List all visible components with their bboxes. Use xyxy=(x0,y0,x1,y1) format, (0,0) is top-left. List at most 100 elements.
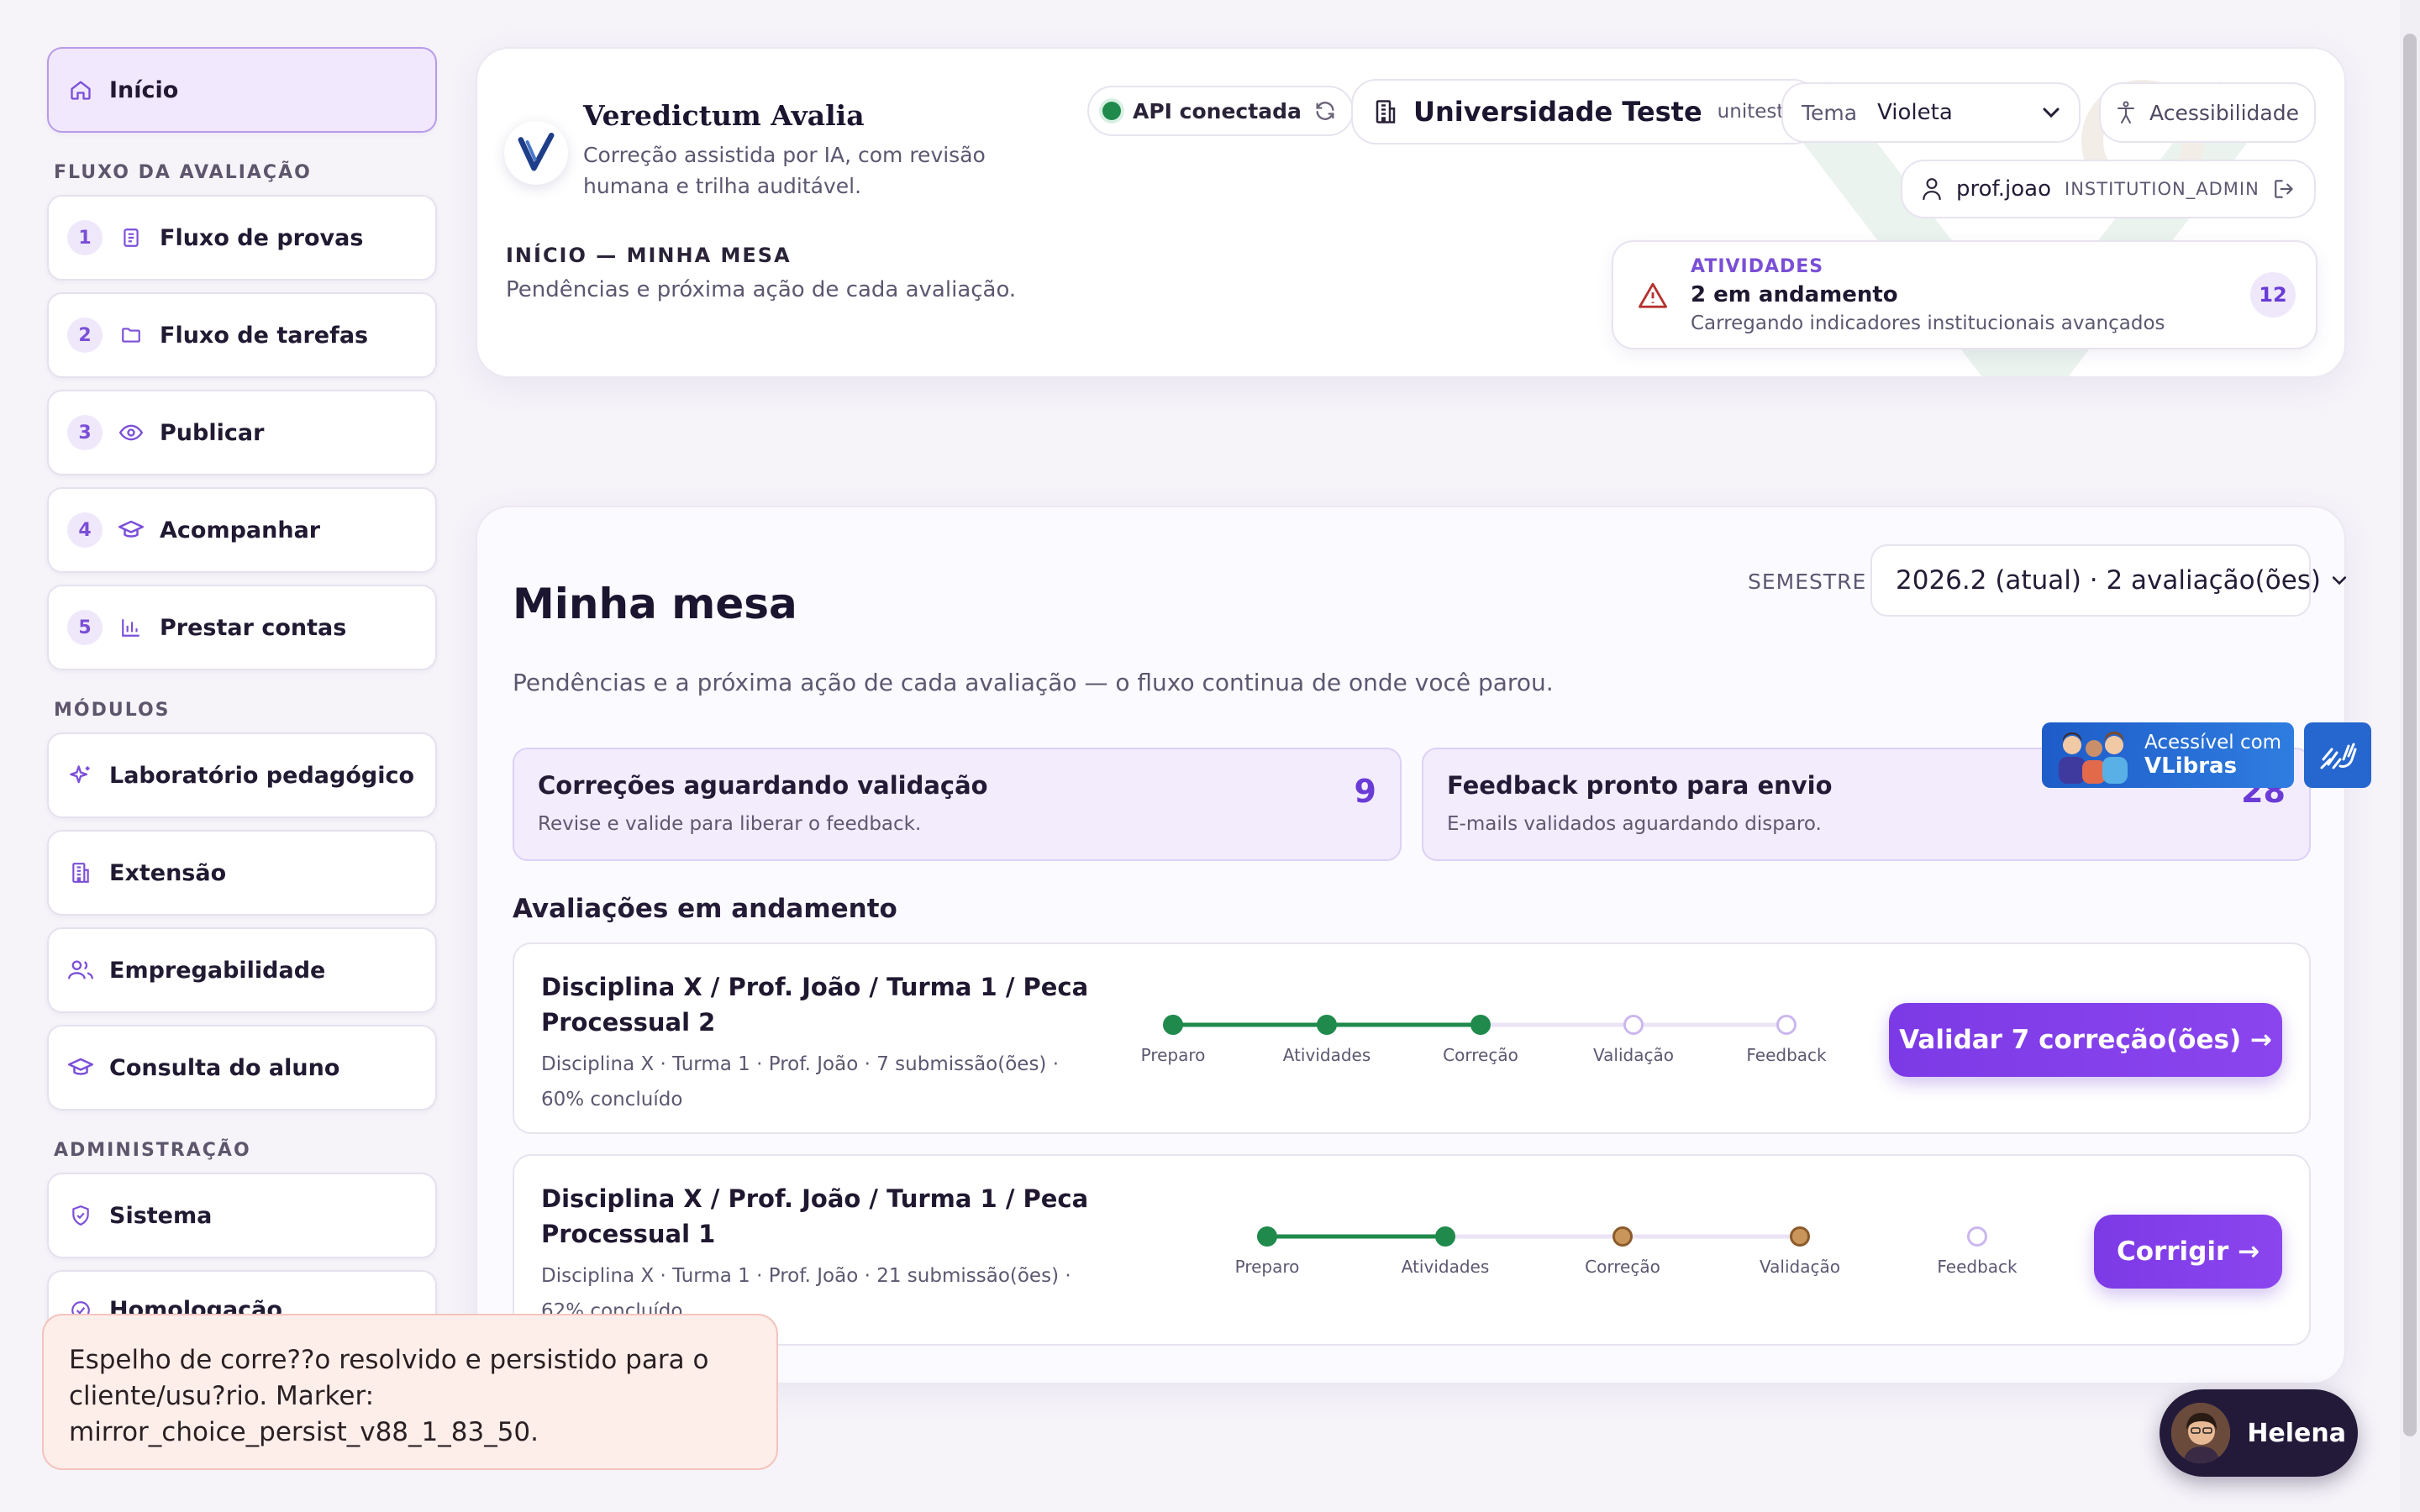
assistant-avatar xyxy=(2171,1403,2231,1463)
sign-language-hands-icon xyxy=(2315,734,2360,776)
activities-count-badge: 12 xyxy=(2250,272,2296,318)
step-label: Preparo xyxy=(1140,1045,1206,1065)
accessibility-label: Acessibilidade xyxy=(2149,100,2299,125)
api-status[interactable]: API conectada xyxy=(1087,86,1354,136)
sidebar-item-sistema[interactable]: Sistema xyxy=(47,1173,437,1258)
theme-select[interactable]: Tema Violeta xyxy=(1781,82,2081,143)
sidebar-item-prestar-contas[interactable]: 5 Prestar contas xyxy=(47,585,437,670)
sidebar-item-laboratorio[interactable]: Laboratório pedagógico xyxy=(47,732,437,818)
status-dot xyxy=(1102,102,1121,120)
building-icon xyxy=(67,859,94,886)
api-status-label: API conectada xyxy=(1133,98,1302,123)
step-label: Feedback xyxy=(1937,1257,2018,1277)
step-number: 1 xyxy=(67,220,103,255)
sidebar-item-extensao[interactable]: Extensão xyxy=(47,830,437,916)
stat-card-pending-validation[interactable]: Correções aguardando validação Revise e … xyxy=(513,748,1402,861)
app-logo xyxy=(504,121,568,185)
building-icon xyxy=(1373,98,1398,125)
page-subtitle: Pendências e a próxima ação de cada aval… xyxy=(513,669,1554,696)
sidebar-item-label: Consulta do aluno xyxy=(109,1054,340,1081)
stat-subtitle: Revise e valide para liberar o feedback. xyxy=(538,813,922,835)
step-label: Correção xyxy=(1443,1045,1518,1065)
section-title: Avaliações em andamento xyxy=(513,894,897,924)
vlibras-banner[interactable]: Acessível com VLibras xyxy=(2042,722,2294,788)
institution-selector[interactable]: Universidade Teste uniteste xyxy=(1351,79,1818,144)
toast-notification: Espelho de corre??o resolvido e persisti… xyxy=(42,1314,778,1470)
sidebar-item-label: Empregabilidade xyxy=(109,957,326,984)
shield-icon xyxy=(67,1202,94,1229)
sidebar-item-label: Início xyxy=(109,76,179,103)
evaluation-card[interactable]: Disciplina X / Prof. João / Turma 1 / Pe… xyxy=(513,1154,2311,1346)
sidebar-item-label: Fluxo de tarefas xyxy=(160,322,369,349)
stat-title: Correções aguardando validação xyxy=(538,771,988,800)
breadcrumb: INÍCIO — MINHA MESA xyxy=(506,244,792,267)
chevron-down-icon xyxy=(2042,107,2060,118)
step-label: Feedback xyxy=(1746,1045,1827,1065)
sidebar-item-label: Extensão xyxy=(109,859,227,886)
user-icon xyxy=(1921,177,1943,201)
sidebar-item-home[interactable]: Início xyxy=(47,47,437,133)
refresh-icon[interactable] xyxy=(1313,99,1337,123)
bar-chart-icon xyxy=(118,614,145,641)
header-card: Veredictum Avalia Correção assistida por… xyxy=(476,47,2346,378)
sidebar-item-empregabilidade[interactable]: Empregabilidade xyxy=(47,927,437,1013)
sidebar-section-admin: ADMINISTRAÇÃO xyxy=(54,1140,251,1161)
semester-select[interactable]: 2026.2 (atual) · 2 avaliação(ões) xyxy=(1870,544,2347,617)
scrollbar-thumb[interactable] xyxy=(2403,34,2417,1436)
stepper-line-done xyxy=(1267,1234,1445,1239)
sidebar-item-consulta-aluno[interactable]: Consulta do aluno xyxy=(47,1025,437,1110)
eye-icon xyxy=(118,419,145,446)
vlibras-line2: VLibras xyxy=(2144,753,2238,779)
validate-corrections-button[interactable]: Validar 7 correção(ões) → xyxy=(1889,1003,2282,1077)
app-title: Veredictum Avalia xyxy=(583,99,865,132)
sidebar-item-acompanhar[interactable]: 4 Acompanhar xyxy=(47,487,437,573)
assistant-launcher[interactable]: Helena xyxy=(2160,1389,2358,1477)
activities-subtitle: Carregando indicadores institucionais av… xyxy=(1691,312,2165,334)
sidebar-item-fluxo-provas[interactable]: 1 Fluxo de provas xyxy=(47,195,437,281)
app-tagline: Correção assistida por IA, com revisão h… xyxy=(583,143,986,198)
step-dot-todo xyxy=(1967,1226,1987,1247)
accessibility-button[interactable]: Acessibilidade xyxy=(2099,82,2316,143)
stat-subtitle: E-mails validados aguardando disparo. xyxy=(1447,813,1822,835)
evaluation-card[interactable]: Disciplina X / Prof. João / Turma 1 / Pe… xyxy=(513,942,2311,1134)
sparkles-icon xyxy=(67,762,94,789)
step-dot-pending xyxy=(1612,1226,1633,1247)
evaluation-title: Disciplina X / Prof. João / Turma 1 / Pe… xyxy=(541,973,1089,1037)
logout-icon[interactable] xyxy=(2273,178,2296,200)
accessibility-icon xyxy=(2116,101,2136,124)
step-dot-done xyxy=(1317,1015,1337,1035)
activities-card[interactable]: ATIVIDADES 2 em andamento Carregando ind… xyxy=(1612,240,2317,349)
step-number: 2 xyxy=(67,318,103,353)
user-role: INSTITUTION_ADMIN xyxy=(2065,179,2260,199)
step-label: Preparo xyxy=(1234,1257,1300,1277)
theme-value: Violeta xyxy=(1877,100,1953,125)
user-name: prof.joao xyxy=(1956,176,2052,202)
users-icon xyxy=(67,957,94,984)
step-dot-todo xyxy=(1623,1015,1644,1035)
sidebar-item-label: Fluxo de provas xyxy=(160,224,364,251)
step-dot-todo xyxy=(1776,1015,1797,1035)
step-number: 3 xyxy=(67,415,103,450)
document-icon xyxy=(118,224,145,251)
correct-button[interactable]: Corrigir → xyxy=(2094,1215,2282,1289)
sidebar-item-label: Publicar xyxy=(160,419,265,446)
institution-name: Universidade Teste xyxy=(1413,96,1702,128)
sidebar-section-modules: MÓDULOS xyxy=(54,700,171,721)
sidebar-item-publicar[interactable]: 3 Publicar xyxy=(47,390,437,475)
vlibras-avatars-icon xyxy=(2054,727,2131,784)
sidebar-item-label: Laboratório pedagógico xyxy=(109,762,415,789)
sidebar-item-label: Prestar contas xyxy=(160,614,347,641)
user-menu[interactable]: prof.joao INSTITUTION_ADMIN xyxy=(1901,160,2316,218)
stat-count: 9 xyxy=(1354,773,1376,810)
step-label: Correção xyxy=(1585,1257,1660,1277)
sidebar-item-fluxo-tarefas[interactable]: 2 Fluxo de tarefas xyxy=(47,292,437,378)
step-dot-pending xyxy=(1790,1226,1810,1247)
warning-icon xyxy=(1639,281,1667,308)
vlibras-toggle-button[interactable] xyxy=(2304,722,2371,788)
evaluation-title: Disciplina X / Prof. João / Turma 1 / Pe… xyxy=(541,1184,1089,1248)
folder-icon xyxy=(118,322,145,349)
assistant-name: Helena xyxy=(2247,1418,2346,1448)
breadcrumb-subtitle: Pendências e próxima ação de cada avalia… xyxy=(506,277,1017,302)
semester-label: SEMESTRE xyxy=(1748,570,1867,594)
step-number: 5 xyxy=(67,610,103,645)
